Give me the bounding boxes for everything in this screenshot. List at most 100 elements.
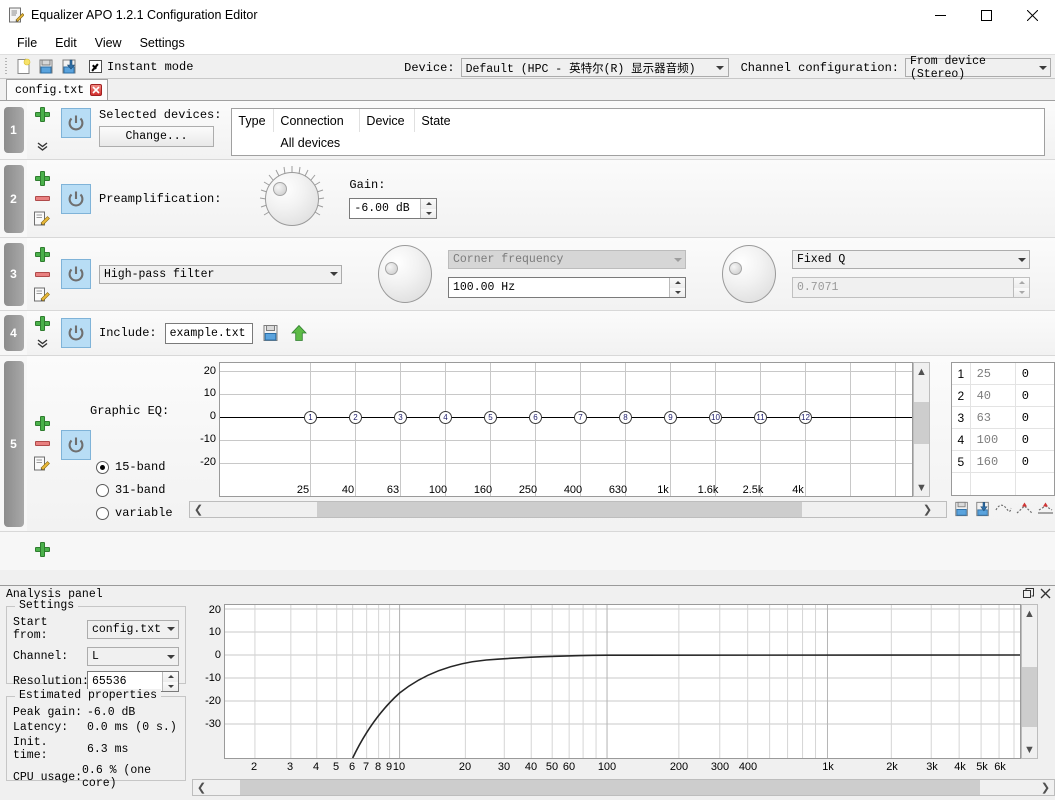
minimize-button[interactable]	[917, 0, 963, 31]
expand-chevron-icon[interactable]	[34, 138, 51, 155]
analysis-chart[interactable]: 20 10 0 -10 -20 -30 ▲ ▼ 2 3 4 5 6 7 8 9 …	[192, 604, 1055, 800]
open-icon[interactable]	[953, 500, 970, 517]
corner-frequency-knob[interactable]	[376, 243, 434, 305]
eq-vertical-scrollbar[interactable]: ▲ ▼	[913, 362, 930, 497]
eq-band-handle[interactable]: 4	[439, 411, 452, 424]
instant-mode-checkbox[interactable]: Instant mode	[89, 60, 193, 74]
restore-icon[interactable]	[1023, 587, 1034, 602]
toggle-power-button[interactable]	[61, 259, 91, 289]
device-select[interactable]: Default (HPC - 英特尔(R) 显示器音频)	[460, 58, 729, 77]
add-filter-icon[interactable]	[34, 106, 51, 123]
frequency-input[interactable]: 100.00 Hz	[448, 277, 686, 298]
add-filter-icon[interactable]	[34, 415, 51, 432]
scroll-right-icon[interactable]: ❯	[919, 502, 936, 517]
table-row[interactable]: 5 160 0	[952, 451, 1054, 473]
eq-band-handle[interactable]: 7	[574, 411, 587, 424]
table-row[interactable]: 4 100 0	[952, 429, 1054, 451]
edit-filter-icon[interactable]	[34, 210, 51, 227]
scroll-thumb[interactable]	[1022, 667, 1037, 727]
toggle-power-button[interactable]	[61, 108, 91, 138]
frequency-stepper[interactable]	[669, 278, 685, 297]
open-folder-icon[interactable]	[35, 56, 58, 78]
scroll-left-icon[interactable]: ❮	[193, 780, 210, 795]
edit-filter-icon[interactable]	[34, 455, 51, 472]
band-gain[interactable]: 0	[1014, 407, 1054, 428]
eq-band-handle[interactable]: 10	[709, 411, 722, 424]
band-gain[interactable]: 0	[1014, 363, 1054, 384]
band-frequency[interactable]: 63	[969, 407, 1015, 428]
channel-configuration-select[interactable]: From device (Stereo)	[905, 55, 1051, 81]
normalize-icon[interactable]	[1037, 500, 1054, 517]
graphic-eq-chart[interactable]: 20 10 0 -10 -20 1 2 3 4 5 6 7 8 9 10 11 …	[189, 362, 947, 518]
flat-curve-icon[interactable]	[995, 500, 1012, 517]
scroll-down-icon[interactable]: ▼	[1022, 741, 1037, 758]
expand-chevron-icon[interactable]	[34, 335, 51, 352]
band-option-15[interactable]: 15-band	[96, 460, 165, 474]
remove-filter-icon[interactable]	[34, 266, 51, 283]
gain-input[interactable]: -6.00 dB	[349, 198, 438, 219]
analysis-plot[interactable]	[224, 604, 1021, 759]
graphic-eq-plot[interactable]: 1 2 3 4 5 6 7 8 9 10 11 12	[219, 362, 913, 497]
open-file-icon[interactable]	[261, 323, 281, 343]
preamplification-knob[interactable]	[253, 164, 331, 234]
scroll-thumb[interactable]	[317, 502, 802, 517]
scroll-right-icon[interactable]: ❯	[1037, 780, 1054, 795]
menu-settings[interactable]: Settings	[131, 33, 194, 53]
eq-band-table[interactable]: 1 25 0 2 40 0 3 63 0 4 100 0 5 160 0	[951, 362, 1055, 496]
menu-view[interactable]: View	[86, 33, 131, 53]
menu-file[interactable]: File	[8, 33, 46, 53]
eq-band-handle[interactable]: 8	[619, 411, 632, 424]
table-row[interactable]: 3 63 0	[952, 407, 1054, 429]
save-icon[interactable]	[974, 500, 991, 517]
toggle-power-button[interactable]	[61, 318, 91, 348]
eq-band-handle[interactable]: 1	[304, 411, 317, 424]
table-row[interactable]	[952, 473, 1054, 495]
new-file-icon[interactable]	[12, 56, 35, 78]
band-option-31[interactable]: 31-band	[96, 483, 165, 497]
add-filter-icon[interactable]	[34, 246, 51, 263]
toggle-power-button[interactable]	[61, 430, 91, 460]
resolution-stepper[interactable]	[162, 672, 178, 691]
close-icon[interactable]	[1040, 588, 1051, 602]
start-from-select[interactable]: config.txt	[87, 619, 179, 639]
edit-filter-icon[interactable]	[34, 286, 51, 303]
band-gain[interactable]: 0	[1014, 451, 1054, 472]
analysis-horizontal-scrollbar[interactable]: ❮ ❯	[192, 779, 1055, 796]
scroll-up-icon[interactable]: ▲	[914, 363, 929, 380]
selected-devices-table[interactable]: Type Connection Device State All devices	[231, 108, 1045, 156]
eq-band-handle[interactable]: 6	[529, 411, 542, 424]
q-type-select[interactable]: Fixed Q	[792, 250, 1030, 269]
tab-config-txt[interactable]: config.txt	[6, 79, 109, 100]
band-option-variable[interactable]: variable	[96, 506, 173, 520]
band-frequency[interactable]: 160	[969, 451, 1015, 472]
filter-type-select[interactable]: High-pass filter	[99, 264, 342, 284]
toolbar-grip[interactable]	[4, 57, 9, 76]
add-filter-icon[interactable]	[34, 170, 51, 187]
toggle-power-button[interactable]	[61, 183, 91, 214]
eq-horizontal-scrollbar[interactable]: ❮ ❯	[189, 501, 947, 518]
band-gain[interactable]: 0	[1014, 429, 1054, 450]
channel-select[interactable]: L	[87, 647, 179, 666]
scroll-thumb[interactable]	[914, 402, 929, 444]
gain-stepper[interactable]	[420, 199, 437, 218]
close-button[interactable]	[1009, 0, 1055, 31]
band-frequency[interactable]: 25	[969, 363, 1015, 384]
remove-filter-icon[interactable]	[34, 435, 51, 452]
band-gain[interactable]: 0	[1014, 385, 1054, 406]
eq-band-handle[interactable]: 5	[484, 411, 497, 424]
q-knob[interactable]	[720, 243, 778, 305]
table-row[interactable]: All devices	[232, 132, 1044, 154]
tab-close-icon[interactable]	[90, 84, 103, 96]
remove-filter-icon[interactable]	[34, 190, 51, 207]
eq-band-handle[interactable]: 2	[349, 411, 362, 424]
add-filter-icon[interactable]	[34, 315, 51, 332]
eq-band-handle[interactable]: 11	[754, 411, 767, 424]
change-devices-button[interactable]: Change...	[99, 126, 214, 147]
scroll-left-icon[interactable]: ❮	[190, 502, 207, 517]
analysis-vertical-scrollbar[interactable]: ▲ ▼	[1021, 604, 1038, 759]
scroll-up-icon[interactable]: ▲	[1022, 605, 1037, 622]
eq-band-handle[interactable]: 12	[799, 411, 812, 424]
band-frequency[interactable]: 40	[969, 385, 1015, 406]
save-import-icon[interactable]	[58, 56, 81, 78]
green-up-arrow-icon[interactable]	[289, 323, 309, 343]
